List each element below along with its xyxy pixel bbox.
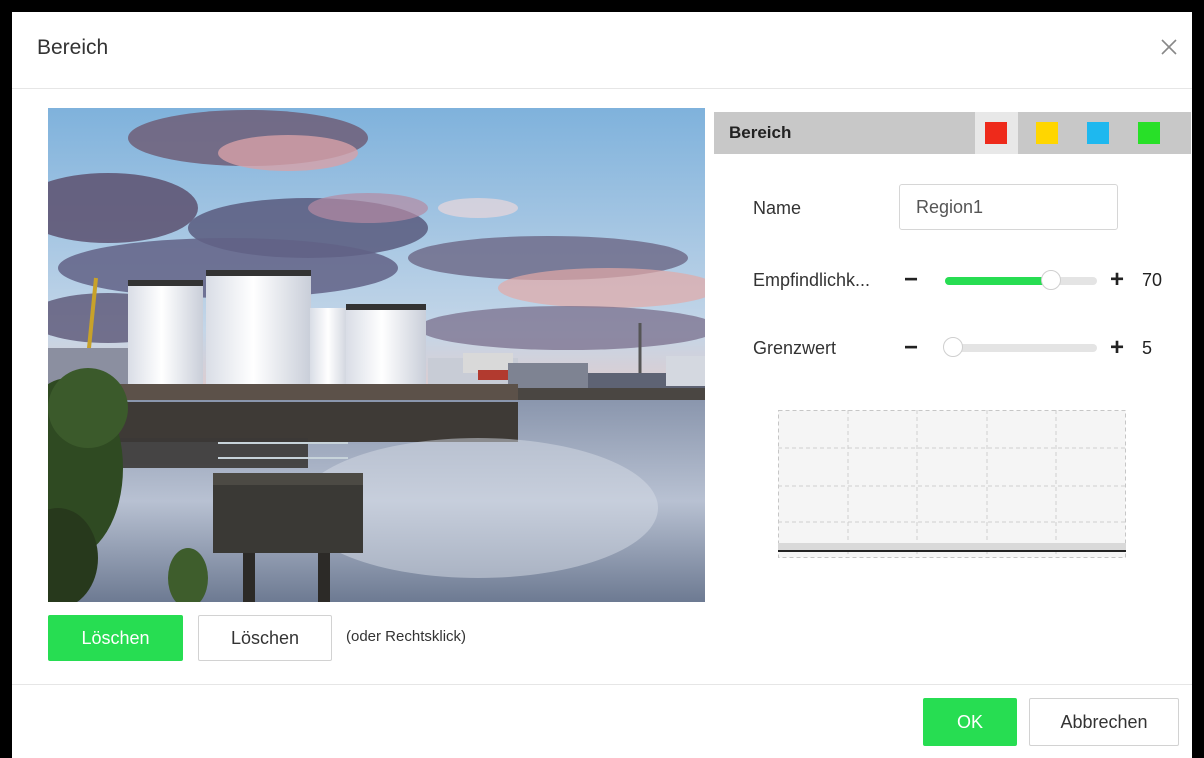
region-color-yellow[interactable] [1026,112,1069,154]
threshold-slider[interactable] [942,337,1097,357]
camera-preview[interactable] [48,108,705,602]
region-color-red[interactable] [975,112,1018,154]
sensitivity-slider[interactable] [945,270,1097,290]
region-color-bar: Bereich [714,112,1191,154]
region-label: Bereich [729,123,792,142]
sensitivity-plus-button[interactable]: + [1110,268,1124,292]
sensitivity-value: 70 [1142,270,1163,290]
dialog-header: Bereich [12,12,1192,89]
sensitivity-slider-thumb[interactable] [1041,270,1062,290]
motion-graph [778,410,1126,558]
cancel-button[interactable]: Abbrechen [1029,698,1179,746]
sensitivity-slider-fill [945,277,1052,285]
region-dialog: Bereich Löschen Löschen (oder Rechtsklic… [12,12,1192,758]
delete-button-primary[interactable]: Löschen [48,615,183,661]
delete-button-secondary[interactable]: Löschen [198,615,332,661]
swatch-blue [1087,122,1109,144]
swatch-red [985,122,1007,144]
swatch-green [1138,122,1160,144]
name-label: Name [753,198,802,218]
threshold-value: 5 [1142,338,1153,358]
close-icon[interactable] [1156,34,1182,60]
region-color-blue[interactable] [1077,112,1120,154]
swatch-yellow [1036,122,1058,144]
threshold-plus-button[interactable]: + [1110,336,1124,360]
region-color-green[interactable] [1128,112,1171,154]
sensitivity-minus-button[interactable]: − [904,268,918,292]
threshold-label: Grenzwert [753,338,837,358]
name-input[interactable] [899,184,1118,230]
ok-button[interactable]: OK [923,698,1017,746]
threshold-minus-button[interactable]: − [904,336,918,360]
dialog-title: Bereich [37,36,109,59]
right-click-hint: (oder Rechtsklick) [346,628,467,645]
threshold-slider-thumb[interactable] [942,337,963,357]
footer-divider [12,684,1192,685]
sensitivity-label: Empfindlichk... [753,270,871,290]
